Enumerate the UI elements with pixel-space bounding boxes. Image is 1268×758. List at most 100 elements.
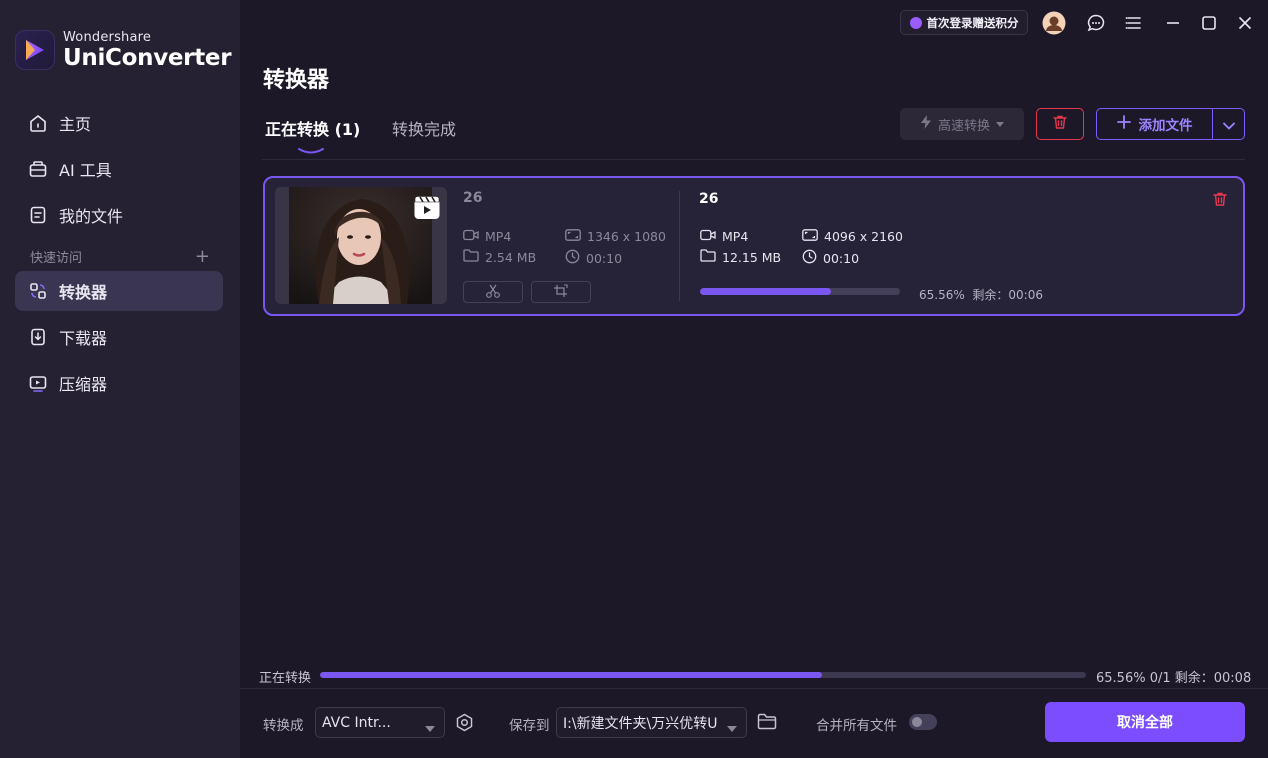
thumbnail-image	[289, 187, 432, 304]
caret-down-icon	[425, 720, 435, 736]
caret-down-icon	[727, 720, 737, 736]
sidebar-item-downloader[interactable]: 下载器	[15, 317, 223, 357]
quick-access-header: 快速访问 +	[30, 246, 210, 267]
card-divider	[679, 191, 680, 301]
feedback-icon[interactable]	[1084, 11, 1108, 35]
add-file-button-group: 添加文件	[1096, 108, 1245, 140]
tab-converting[interactable]: 正在转换 (1)	[265, 116, 360, 140]
caret-down-icon	[996, 117, 1004, 132]
add-file-dropdown-button[interactable]	[1213, 109, 1244, 139]
video-camera-icon	[463, 229, 479, 244]
menu-icon[interactable]	[1122, 11, 1146, 35]
close-icon[interactable]	[1233, 11, 1257, 35]
crop-button[interactable]	[531, 281, 591, 303]
downloader-icon	[27, 326, 49, 348]
gift-icon	[909, 16, 922, 29]
output-size: 12.15 MB	[700, 249, 781, 265]
output-format-select-value: AVC Intr...	[322, 714, 391, 731]
trash-icon	[1052, 114, 1068, 134]
maximize-icon[interactable]	[1197, 11, 1221, 35]
source-resolution-value: 1346 x 1080	[587, 229, 666, 244]
scissors-icon	[485, 283, 501, 302]
overall-progress-bar	[320, 672, 1086, 678]
trash-icon	[1212, 192, 1228, 211]
quick-access-add-button[interactable]: +	[195, 246, 210, 267]
output-size-value: 12.15 MB	[722, 249, 782, 265]
sidebar-item-label: 压缩器	[59, 375, 108, 394]
resolution-icon	[802, 229, 818, 244]
sidebar-item-home[interactable]: 主页	[15, 103, 223, 143]
file-progress-text: 65.56% 剩余：00:06	[919, 286, 1043, 303]
fast-convert-button[interactable]: 高速转换	[900, 108, 1024, 140]
format-settings-icon[interactable]	[455, 713, 474, 736]
uniconverter-logo-icon	[15, 30, 55, 70]
fast-convert-label: 高速转换	[937, 118, 990, 134]
output-file-name: 26	[699, 191, 719, 207]
tab-finished[interactable]: 转换完成	[392, 116, 456, 140]
trim-button[interactable]	[463, 281, 523, 303]
output-resolution: 4096 x 2160	[802, 229, 903, 244]
folder-icon	[463, 249, 479, 265]
video-camera-icon	[700, 229, 716, 244]
file-progress-bar	[700, 288, 900, 295]
avatar[interactable]	[1042, 11, 1066, 35]
sidebar-item-label: 主页	[59, 115, 92, 134]
my-files-icon	[27, 204, 49, 226]
clock-icon	[802, 249, 817, 267]
promo-text: 首次登录赠送积分	[926, 15, 1019, 30]
converter-icon	[27, 280, 49, 302]
overall-progress-text: 65.56% 0/1 剩余：00:08	[1096, 671, 1252, 686]
sidebar-item-compressor[interactable]: 压缩器	[15, 363, 223, 403]
output-format[interactable]: MP4	[700, 229, 748, 244]
home-icon	[27, 112, 49, 134]
folder-icon	[700, 249, 716, 265]
crop-icon	[553, 283, 569, 302]
remove-file-button[interactable]	[1212, 191, 1228, 211]
content-divider	[262, 159, 1245, 160]
convert-to-label: 转换成	[263, 718, 304, 734]
source-duration: 00:10	[565, 249, 622, 267]
merge-files-toggle[interactable]	[909, 714, 937, 730]
source-size: 2.54 MB	[463, 249, 536, 265]
source-format-value: MP4	[485, 229, 512, 244]
sidebar-item-label: AI 工具	[59, 161, 112, 180]
output-duration: 00:10	[802, 249, 859, 267]
lightning-icon	[920, 115, 932, 133]
save-to-label: 保存到	[509, 718, 550, 734]
source-duration-value: 00:10	[586, 250, 623, 266]
sidebar-item-ai-tools[interactable]: AI 工具	[15, 149, 223, 189]
compressor-icon	[27, 372, 49, 394]
source-file-name: 26	[463, 190, 483, 206]
sidebar-item-my-files[interactable]: 我的文件	[15, 195, 223, 235]
file-progress-fill	[700, 288, 832, 295]
save-path-value: I:\新建文件夹\万兴优转U	[563, 715, 718, 732]
chevron-down-icon	[1222, 115, 1235, 134]
add-file-button[interactable]: 添加文件	[1097, 109, 1212, 139]
minimize-icon[interactable]	[1161, 11, 1185, 35]
page-title: 转换器	[263, 68, 330, 93]
save-path-select[interactable]: I:\新建文件夹\万兴优转U	[556, 707, 747, 738]
cancel-all-button[interactable]: 取消全部	[1045, 702, 1245, 742]
tab-active-indicator	[298, 139, 324, 158]
open-folder-icon[interactable]	[757, 713, 777, 734]
output-duration-value: 00:10	[823, 250, 860, 266]
output-resolution-value: 4096 x 2160	[824, 229, 903, 244]
promo-badge[interactable]: 首次登录赠送积分	[900, 10, 1028, 35]
overall-progress-fill	[320, 672, 823, 678]
toggle-knob	[912, 717, 922, 727]
sidebar-item-converter[interactable]: 转换器	[15, 271, 223, 311]
video-type-icon	[414, 196, 440, 224]
sidebar-item-label: 我的文件	[59, 207, 124, 226]
ai-tools-icon	[27, 158, 49, 180]
source-format: MP4	[463, 229, 511, 244]
app-logo: Wondershare UniConverter	[15, 29, 232, 70]
brand-name: Wondershare	[63, 29, 152, 45]
sidebar: Wondershare UniConverter 主页 AI 工具 我的文件 快…	[0, 0, 240, 758]
output-format-select[interactable]: AVC Intr...	[315, 707, 445, 738]
source-size-value: 2.54 MB	[485, 249, 537, 265]
plus-icon	[1116, 115, 1131, 133]
sidebar-item-label: 下载器	[59, 329, 108, 348]
output-format-value: MP4	[722, 229, 749, 244]
delete-all-button[interactable]	[1036, 108, 1084, 140]
add-file-label: 添加文件	[1138, 118, 1193, 134]
